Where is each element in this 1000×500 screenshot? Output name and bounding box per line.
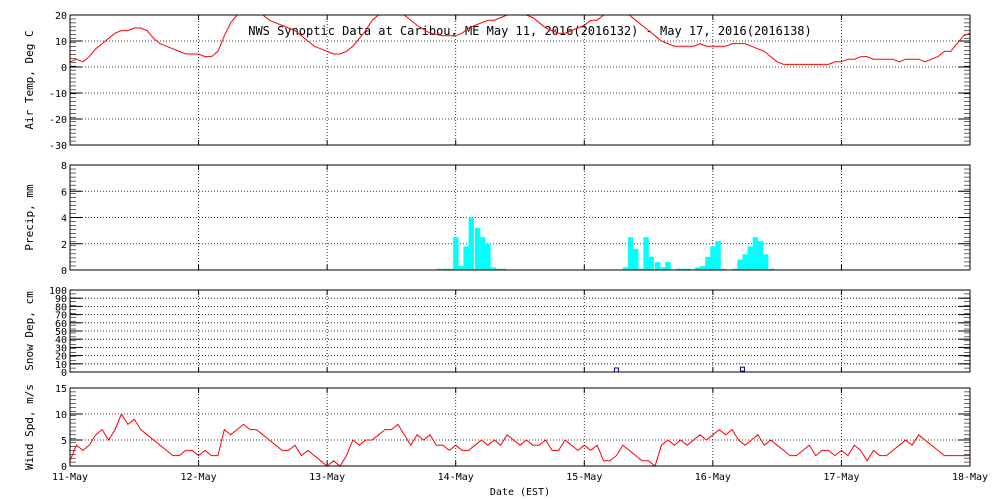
y-tick-label: 100 — [49, 286, 67, 297]
y-tick-label: 15 — [55, 384, 67, 395]
panels-group: -30 -20 -10 0 10 20 Air Temp, Deg C 0 2 4 6 8 Precip… — [23, 11, 988, 483]
panel-1: 0 2 4 6 8 Precip, mm — [23, 161, 971, 277]
y-tick-label: 0 — [61, 266, 67, 277]
x-tick-label: 12-May — [181, 472, 217, 483]
precip-bar — [648, 256, 654, 270]
precip-bar — [458, 266, 464, 270]
y-tick-label: 8 — [61, 161, 67, 172]
x-tick-label: 18-May — [952, 472, 988, 483]
precip-bar — [643, 237, 649, 270]
x-tick-label: 14-May — [438, 472, 474, 483]
y-tick-label: -30 — [49, 141, 67, 152]
y-tick-label: 6 — [61, 187, 67, 198]
y-tick-label: 5 — [61, 436, 67, 447]
precip-bar — [700, 266, 706, 270]
precip-bar — [475, 228, 481, 270]
x-tick-label: 11-May — [52, 472, 88, 483]
precip-bar — [463, 246, 469, 270]
precip-bar — [757, 241, 764, 270]
precip-bar — [715, 241, 721, 270]
x-tick-label: 13-May — [309, 472, 345, 483]
precip-bar — [655, 262, 661, 270]
precip-bar — [628, 237, 634, 270]
panel-3: 051015Wind Spd, m/s — [23, 384, 971, 473]
y-tick-label: 10 — [55, 410, 67, 421]
x-tick-label: 16-May — [695, 472, 731, 483]
y-tick-label: 10 — [55, 37, 67, 48]
precip-bar — [633, 249, 639, 270]
y-tick-label: 2 — [61, 240, 67, 251]
precip-bar — [763, 254, 769, 270]
precip-bar — [705, 256, 711, 270]
snow-marker — [739, 366, 745, 372]
y-tick-label: -10 — [49, 89, 67, 100]
precip-bar — [468, 217, 474, 270]
panel-frame — [69, 387, 971, 467]
snow-marker — [613, 367, 619, 373]
y-axis-label: Snow Dep, cm — [23, 291, 36, 371]
y-tick-label: 20 — [55, 11, 67, 22]
y-tick-label: 0 — [61, 63, 67, 74]
y-tick-label: 4 — [61, 214, 67, 225]
panel-2: 0102030405060708090100Snow Dep, cm — [23, 286, 971, 379]
y-axis-label: Air Temp, Deg C — [23, 30, 36, 129]
precip-bar — [742, 254, 748, 270]
x-tick-label: 17-May — [823, 472, 859, 483]
y-axis-label: Wind Spd, m/s — [23, 384, 36, 470]
precip-bar — [737, 259, 743, 270]
y-tick-label: -20 — [49, 115, 67, 126]
precip-bar — [480, 237, 486, 270]
precip-bar — [752, 237, 759, 270]
y-axis-label: Precip, mm — [23, 184, 36, 251]
series-line — [69, 14, 971, 65]
synoptic-chart: NWS Synoptic Data at Caribou, ME May 11,… — [23, 11, 988, 498]
precip-bar — [485, 243, 491, 270]
precip-bar — [453, 237, 459, 270]
chart-title: NWS Synoptic Data at Caribou, ME May 11,… — [248, 24, 812, 38]
x-tick-label: 15-May — [566, 472, 602, 483]
precip-bar — [665, 262, 671, 270]
precip-bar — [710, 246, 716, 270]
x-axis-label: Date (EST) — [490, 487, 550, 498]
precip-bar — [747, 246, 753, 270]
